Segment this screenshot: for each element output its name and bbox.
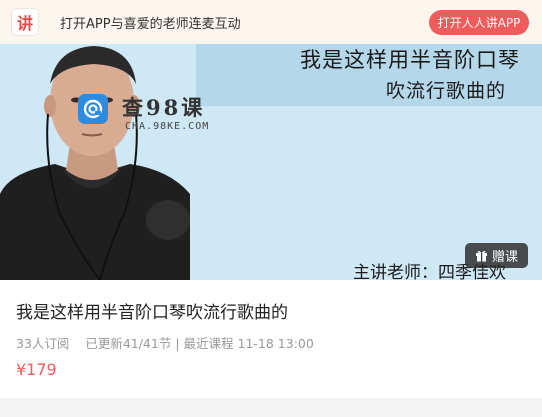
cover-title-line1: 我是这样用半音阶口琴 bbox=[300, 48, 520, 72]
app-logo-icon: 讲 bbox=[12, 9, 38, 35]
open-app-button[interactable]: 打开人人讲APP bbox=[429, 10, 529, 35]
gift-icon bbox=[475, 250, 487, 262]
update-progress: 已更新41/41节 bbox=[85, 336, 172, 351]
subscriber-count: 33人订阅 bbox=[16, 336, 70, 351]
watermark-text: 查98课 bbox=[122, 95, 206, 120]
teacher-photo bbox=[0, 46, 190, 280]
watermark-url: CHA.98KE.COM bbox=[125, 121, 210, 132]
course-price: ¥179 bbox=[16, 360, 57, 379]
gift-course-button[interactable]: 赠课 bbox=[465, 243, 528, 268]
app-download-banner[interactable]: 讲 打开APP与喜爱的老师连麦互动 打开人人讲APP bbox=[0, 0, 542, 44]
cover-title-line2: 吹流行歌曲的 bbox=[386, 80, 507, 102]
latest-lesson-time: | 最近课程 11-18 13:00 bbox=[175, 336, 314, 351]
site-watermark: 查98课 CHA.98KE.COM bbox=[78, 92, 228, 138]
gift-course-label: 赠课 bbox=[491, 250, 518, 265]
course-meta: 33人订阅 已更新41/41节 | 最近课程 11-18 13:00 bbox=[16, 333, 314, 352]
course-info-card: 我是这样用半音阶口琴吹流行歌曲的 33人订阅 已更新41/41节 | 最近课程 … bbox=[0, 280, 542, 398]
banner-promo-text: 打开APP与喜爱的老师连麦互动 bbox=[60, 17, 241, 32]
watermark-logo-icon bbox=[78, 94, 108, 124]
course-title[interactable]: 我是这样用半音阶口琴吹流行歌曲的 bbox=[16, 298, 288, 323]
course-cover-image[interactable]: 我是这样用半音阶口琴 吹流行歌曲的 查98课 CHA.98KE.COM 主讲老师… bbox=[0, 44, 542, 280]
